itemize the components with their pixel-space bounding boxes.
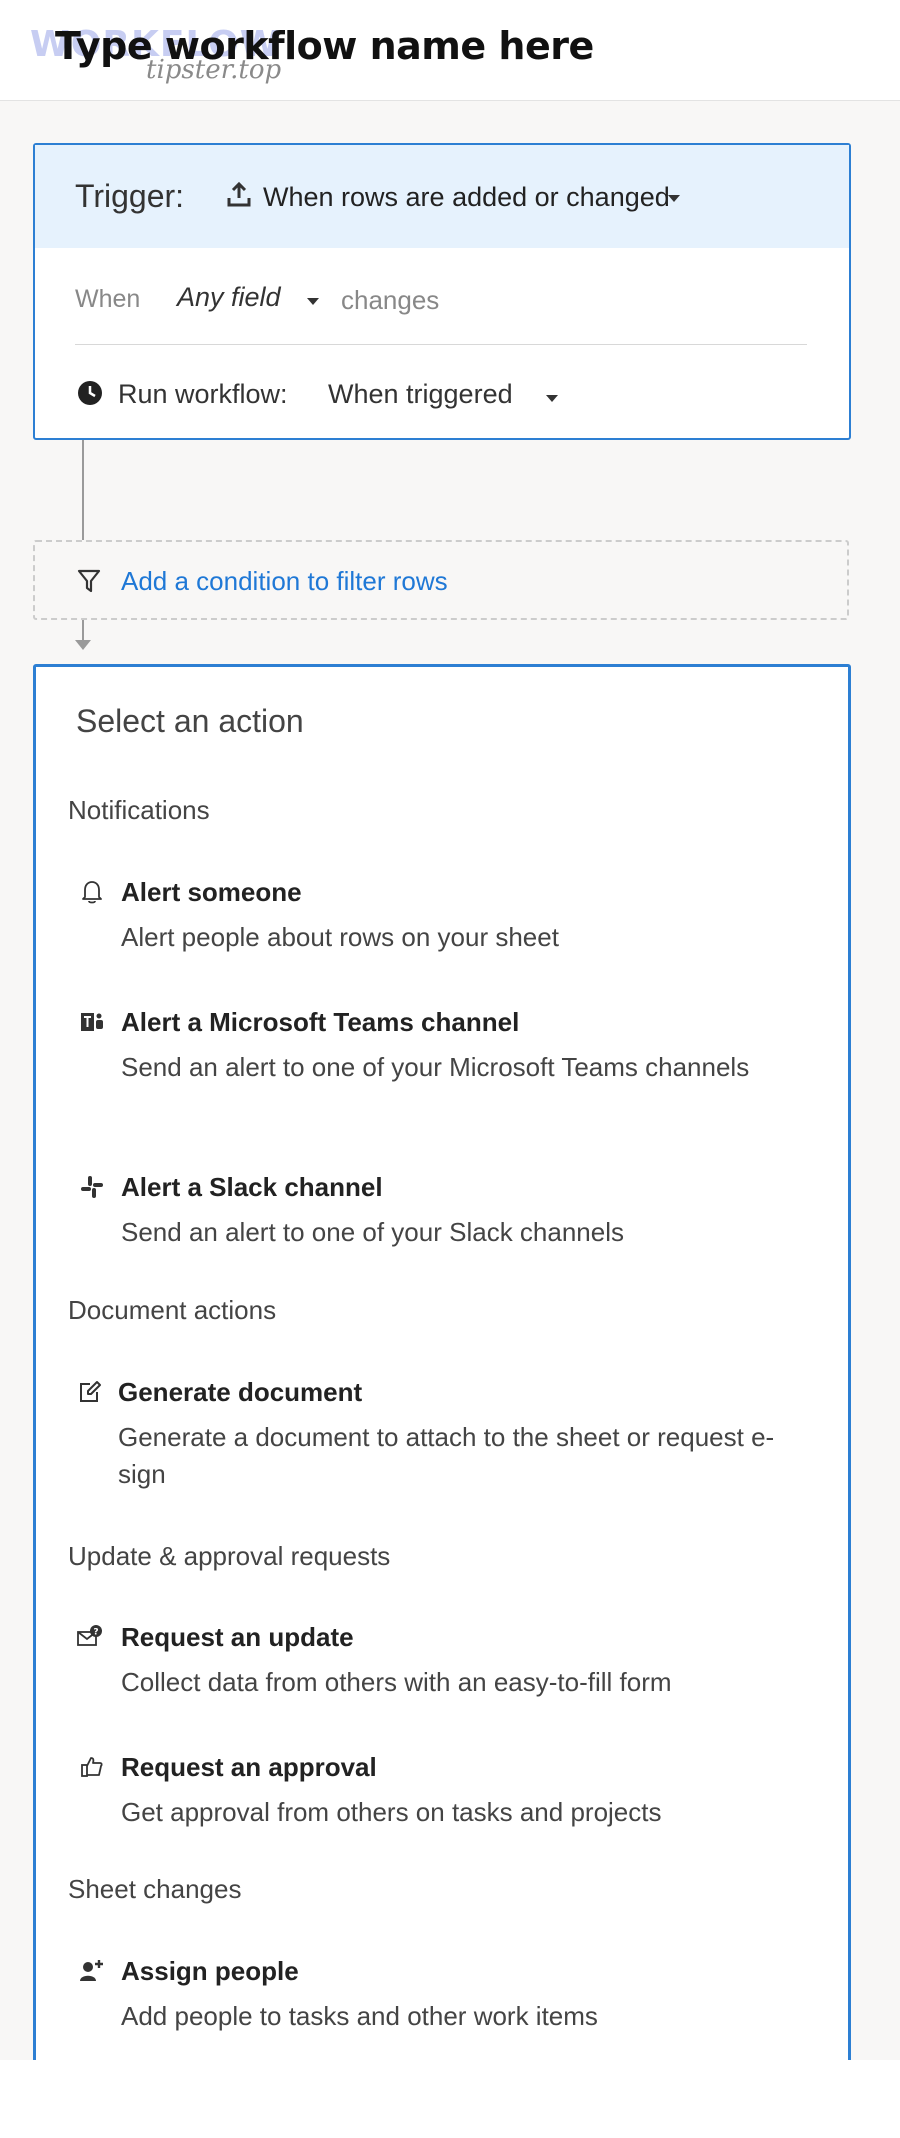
run-workflow-label: Run workflow: bbox=[118, 379, 288, 409]
divider bbox=[75, 344, 807, 345]
page-bottom bbox=[0, 2060, 900, 2138]
action-description: Collect data from others with an easy-to… bbox=[121, 1667, 672, 1697]
trigger-header: Trigger: When rows are added or changed bbox=[35, 145, 849, 248]
trigger-card: Trigger: When rows are added or changed … bbox=[33, 143, 851, 440]
upload-icon bbox=[227, 181, 251, 207]
action-description: Get approval from others on tasks and pr… bbox=[121, 1797, 662, 1827]
action-description: Send an alert to one of your Microsoft T… bbox=[121, 1052, 750, 1082]
chevron-down-icon[interactable] bbox=[546, 395, 558, 402]
section-label-sheet-changes: Sheet changes bbox=[68, 1874, 242, 1904]
filter-icon bbox=[77, 569, 101, 593]
bell-icon bbox=[82, 881, 102, 904]
clock-icon bbox=[78, 381, 102, 405]
trigger-type-dropdown[interactable]: When rows are added or changed bbox=[263, 182, 670, 213]
arrow-down-icon bbox=[75, 640, 91, 650]
chevron-down-icon[interactable] bbox=[307, 298, 319, 305]
section-label-notifications: Notifications bbox=[68, 795, 210, 825]
action-request-approval[interactable]: Request an approval Get approval from ot… bbox=[36, 1752, 848, 1842]
edit-document-icon bbox=[80, 1381, 101, 1402]
action-name: Request an approval bbox=[121, 1752, 377, 1782]
workflow-name-input[interactable]: Type workflow name here bbox=[55, 24, 594, 68]
action-request-update[interactable]: ? Request an update Collect data from ot… bbox=[36, 1622, 848, 1712]
slack-icon bbox=[81, 1176, 103, 1198]
action-name: Alert someone bbox=[121, 877, 302, 907]
trigger-label: Trigger: bbox=[75, 178, 185, 214]
connector-line bbox=[82, 440, 84, 540]
connector-line bbox=[82, 620, 84, 642]
action-alert-slack-channel[interactable]: Alert a Slack channel Send an alert to o… bbox=[36, 1172, 848, 1262]
watermark-text: tipster.top bbox=[146, 55, 282, 85]
action-alert-someone[interactable]: Alert someone Alert people about rows on… bbox=[36, 877, 848, 967]
action-name: Request an update bbox=[121, 1622, 354, 1652]
action-description: Add people to tasks and other work items bbox=[121, 2001, 598, 2031]
select-action-panel: Select an action Notifications Alert som… bbox=[33, 664, 851, 2138]
section-label-document-actions: Document actions bbox=[68, 1295, 277, 1325]
chevron-down-icon[interactable] bbox=[668, 195, 680, 202]
action-name: Generate document bbox=[118, 1377, 363, 1407]
field-dropdown[interactable]: Any field bbox=[177, 282, 281, 313]
action-alert-teams-channel[interactable]: Alert a Microsoft Teams channel Send an … bbox=[36, 1007, 848, 1127]
action-description: Alert people about rows on your sheet bbox=[121, 922, 559, 952]
action-description: Send an alert to one of your Slack chann… bbox=[121, 1217, 624, 1247]
section-label-update-approval: Update & approval requests bbox=[68, 1541, 391, 1571]
action-description: Generate a document to attach to the she… bbox=[118, 1422, 775, 1489]
mail-question-icon: ? bbox=[77, 1625, 102, 1646]
action-name: Assign people bbox=[121, 1956, 299, 1986]
changes-label: changes bbox=[341, 285, 440, 315]
add-condition-link[interactable]: Add a condition to filter rows bbox=[121, 566, 448, 597]
action-name: Alert a Microsoft Teams channel bbox=[121, 1007, 520, 1037]
teams-icon bbox=[81, 1013, 103, 1031]
svg-text:?: ? bbox=[93, 1628, 98, 1638]
action-assign-people[interactable]: Assign people Add people to tasks and ot… bbox=[36, 1956, 848, 2046]
panel-title: Select an action bbox=[76, 703, 304, 739]
add-condition-box[interactable]: Add a condition to filter rows bbox=[33, 540, 849, 620]
action-name: Alert a Slack channel bbox=[121, 1172, 383, 1202]
run-workflow-dropdown[interactable]: When triggered bbox=[328, 379, 513, 410]
header: WORKFLOW Type workflow name here tipster… bbox=[0, 0, 900, 101]
action-generate-document[interactable]: Generate document Generate a document to… bbox=[36, 1377, 848, 1497]
when-label: When bbox=[75, 285, 141, 313]
assign-person-icon bbox=[80, 1960, 103, 1981]
thumbs-up-icon bbox=[81, 1757, 103, 1777]
